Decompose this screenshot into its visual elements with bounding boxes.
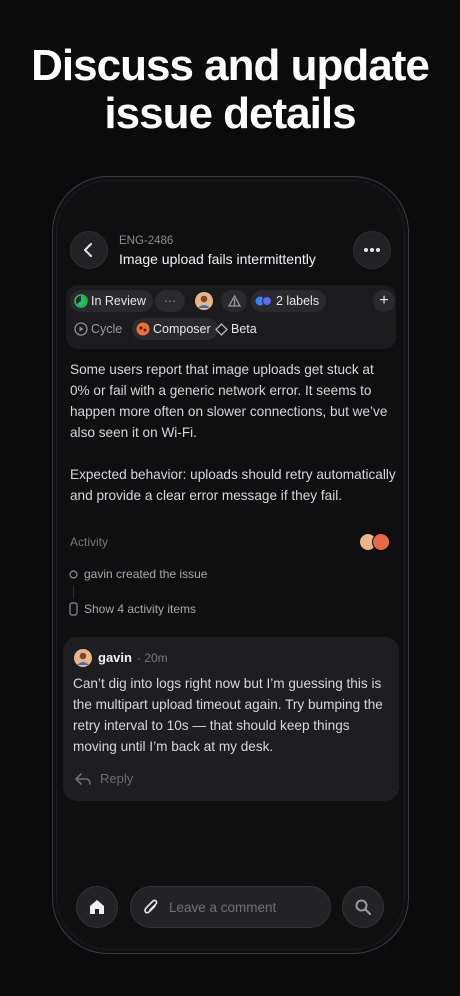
labels-icon xyxy=(255,296,273,306)
more-options-button[interactable] xyxy=(353,231,391,269)
description-paragraph: Some users report that image uploads get… xyxy=(70,362,388,440)
show-activity-label: Show 4 activity items xyxy=(84,602,197,616)
cycle-label: Cycle xyxy=(91,322,123,336)
project-label: Composer xyxy=(153,322,211,336)
activity-timeline-line xyxy=(72,585,74,599)
marketing-headline: Discuss and update issue details xyxy=(0,42,460,138)
cycle-icon xyxy=(74,322,88,336)
search-icon xyxy=(355,899,372,916)
labels-chip[interactable]: 2 labels xyxy=(251,290,327,312)
comment-body: Can’t dig into logs right now but I’m gu… xyxy=(73,676,383,754)
headline-line-1: Discuss and update xyxy=(31,41,430,90)
ellipsis-icon xyxy=(364,248,380,252)
assignee-avatar-icon xyxy=(195,292,213,310)
labels-count: 2 labels xyxy=(276,294,320,308)
comment-timestamp: · 20m xyxy=(137,651,168,665)
issue-title: Image upload fails intermittently xyxy=(119,251,316,267)
issue-identifier: ENG-2486 xyxy=(119,235,174,247)
in-review-status-icon xyxy=(74,294,88,308)
paperclip-icon[interactable] xyxy=(143,898,159,916)
reply-button[interactable]: Reply xyxy=(74,771,133,786)
comment-placeholder: Leave a comment xyxy=(169,899,277,915)
assignee-chip[interactable] xyxy=(191,290,217,312)
avatar xyxy=(372,533,390,551)
issue-description[interactable]: Some users report that image uploads get… xyxy=(70,359,396,527)
milestone-label: Beta xyxy=(231,322,257,336)
milestone-chip[interactable]: Beta xyxy=(211,318,264,340)
activity-item: gavin created the issue xyxy=(69,567,207,581)
comment-author[interactable]: gavin xyxy=(98,650,132,665)
chevron-left-icon xyxy=(84,243,92,257)
triangle-estimate-icon xyxy=(227,295,241,307)
circle-dot-icon xyxy=(69,569,78,579)
phone-frame: ENG-2486 Image upload fails intermittent… xyxy=(52,176,409,954)
home-button[interactable] xyxy=(76,886,118,928)
project-icon xyxy=(136,322,150,336)
comment-card: gavin · 20m Can’t dig into logs right no… xyxy=(63,637,399,801)
cycle-chip[interactable]: Cycle xyxy=(70,318,129,340)
description-paragraph: Expected behavior: uploads should retry … xyxy=(70,467,396,503)
issue-properties: In Review ··· 2 labels + Cycle Composer … xyxy=(66,285,396,349)
priority-chip[interactable]: ··· xyxy=(155,290,185,312)
no-priority-icon: ··· xyxy=(163,294,177,308)
commenter-avatar xyxy=(74,649,92,667)
reply-arrow-icon xyxy=(75,772,91,785)
search-button[interactable] xyxy=(342,886,384,928)
activity-created-text: gavin created the issue xyxy=(84,567,208,581)
collapsed-items-icon xyxy=(69,602,78,616)
show-activity-button[interactable]: Show 4 activity items xyxy=(69,602,196,616)
home-icon xyxy=(90,900,104,914)
comment-input[interactable]: Leave a comment xyxy=(130,886,331,928)
headline-line-2: issue details xyxy=(104,89,356,138)
activity-heading: Activity xyxy=(70,535,109,549)
reply-label: Reply xyxy=(100,771,134,786)
status-chip[interactable]: In Review xyxy=(70,290,153,312)
plus-icon: + xyxy=(379,292,389,309)
back-button[interactable] xyxy=(70,231,108,269)
add-property-button[interactable]: + xyxy=(373,290,395,312)
project-chip[interactable]: Composer xyxy=(132,318,218,340)
subscriber-avatars[interactable] xyxy=(359,533,393,553)
estimate-chip[interactable] xyxy=(221,290,247,312)
status-label: In Review xyxy=(91,294,146,308)
diamond-milestone-icon xyxy=(215,322,228,336)
